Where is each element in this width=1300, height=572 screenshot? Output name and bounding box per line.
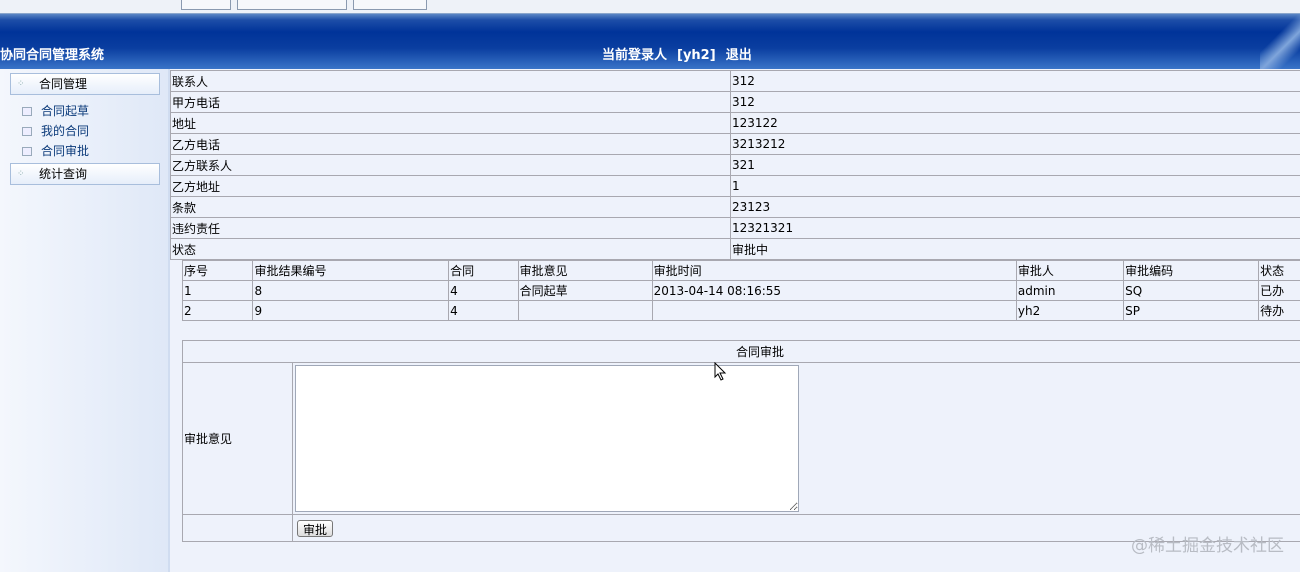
info-value: 审批中 xyxy=(730,238,1300,260)
table-cell: 2 xyxy=(181,300,254,321)
info-value: 312 xyxy=(730,91,1300,113)
column-header: 序号 xyxy=(181,260,254,281)
column-header: 状态 xyxy=(1258,260,1300,281)
table-cell: admin xyxy=(1015,280,1125,301)
info-label: 甲方电话 xyxy=(170,91,731,113)
sidebar-item-my-contracts[interactable]: 我的合同 xyxy=(22,122,89,139)
column-header: 审批结果编号 xyxy=(252,260,450,281)
info-label: 违约责任 xyxy=(170,217,731,239)
info-row: 地址 123122 xyxy=(170,112,1300,134)
item-icon xyxy=(22,107,32,116)
column-header: 审批时间 xyxy=(651,260,1017,281)
form-title: 合同审批 xyxy=(182,340,1300,363)
info-row: 违约责任 12321321 xyxy=(170,217,1300,239)
table-cell: yh2 xyxy=(1015,300,1125,321)
info-value: 3213212 xyxy=(730,133,1300,155)
table-row: 2 9 4 yh2 SP 待办 xyxy=(181,300,1300,321)
opinion-textarea[interactable] xyxy=(295,365,799,512)
info-row: 状态 审批中 xyxy=(170,238,1300,260)
info-value: 123122 xyxy=(730,112,1300,134)
table-cell: 待办 xyxy=(1258,300,1300,321)
logout-link[interactable]: 退出 xyxy=(726,48,752,63)
table-cell: 9 xyxy=(252,300,450,321)
menu-label: 统计查询 xyxy=(39,167,88,181)
sidebar-item-draft[interactable]: 合同起草 xyxy=(22,102,89,119)
info-value: 23123 xyxy=(730,196,1300,218)
table-cell xyxy=(517,300,653,321)
table-cell: 8 xyxy=(252,280,450,301)
sidebar-item-approval[interactable]: 合同审批 xyxy=(22,142,89,159)
watermark: @稀土掘金技术社区 xyxy=(1131,536,1284,556)
table-cell: SQ xyxy=(1123,280,1260,301)
table-cell: 4 xyxy=(448,280,519,301)
toolbar-field[interactable] xyxy=(353,0,427,10)
info-row: 乙方联系人 321 xyxy=(170,154,1300,176)
sidebar: ⁘ 合同管理 合同起草 我的合同 合同审批 ⁘ 统计查询 xyxy=(0,69,170,572)
menu-contract-management[interactable]: ⁘ 合同管理 xyxy=(10,73,160,95)
toolbar-field[interactable] xyxy=(237,0,347,10)
table-header: 序号 审批结果编号 合同 审批意见 审批时间 审批人 审批编码 状态 xyxy=(181,260,1300,281)
app-title: 协同合同管理系统 xyxy=(0,48,105,63)
info-row: 乙方地址 1 xyxy=(170,175,1300,197)
item-icon xyxy=(22,127,32,136)
info-value: 1 xyxy=(730,175,1300,197)
mouse-cursor-icon xyxy=(714,362,727,381)
header-decoration xyxy=(1260,14,1300,69)
info-label: 状态 xyxy=(170,238,731,260)
item-label: 合同起草 xyxy=(41,104,90,118)
login-info: 当前登录人 [yh2] 退出 xyxy=(602,44,762,63)
info-row: 联系人 312 xyxy=(170,70,1300,92)
bullet-icon: ⁘ xyxy=(17,169,25,179)
table-cell xyxy=(651,300,1017,321)
column-header: 审批人 xyxy=(1015,260,1125,281)
table-cell: 4 xyxy=(448,300,519,321)
info-label: 条款 xyxy=(170,196,731,218)
table-cell: 2013-04-14 08:16:55 xyxy=(651,280,1017,301)
app-header: 协同合同管理系统 当前登录人 [yh2] 退出 xyxy=(0,14,1300,69)
info-row: 条款 23123 xyxy=(170,196,1300,218)
info-value: 321 xyxy=(730,154,1300,176)
info-label: 地址 xyxy=(170,112,731,134)
column-header: 审批意见 xyxy=(517,260,653,281)
info-value: 312 xyxy=(730,70,1300,92)
item-label: 合同审批 xyxy=(41,144,90,158)
column-header: 审批编码 xyxy=(1123,260,1260,281)
table-row: 1 8 4 合同起草 2013-04-14 08:16:55 admin SQ 已办 xyxy=(181,280,1300,301)
info-row: 乙方电话 3213212 xyxy=(170,133,1300,155)
approval-history-table: 序号 审批结果编号 合同 审批意见 审批时间 审批人 审批编码 状态 1 8 4 合同起草 2013-0… xyxy=(181,260,1300,321)
table-cell: 已办 xyxy=(1258,280,1300,301)
opinion-label: 审批意见 xyxy=(182,362,293,515)
approve-button[interactable]: 审批 xyxy=(297,519,334,537)
info-label: 乙方联系人 xyxy=(170,154,731,176)
current-user-label: 当前登录人 xyxy=(602,48,668,63)
item-label: 我的合同 xyxy=(41,124,90,138)
approval-form: 合同审批 审批意见 审批 xyxy=(182,340,1300,542)
table-cell: SP xyxy=(1123,300,1260,321)
table-cell: 合同起草 xyxy=(517,280,653,301)
info-label: 联系人 xyxy=(170,70,731,92)
info-label: 乙方地址 xyxy=(170,175,731,197)
item-icon xyxy=(22,147,32,156)
table-cell: 1 xyxy=(181,280,254,301)
menu-statistics[interactable]: ⁘ 统计查询 xyxy=(10,163,160,185)
toolbar-field[interactable] xyxy=(181,0,231,10)
browser-toolbar xyxy=(0,0,1300,14)
info-label: 乙方电话 xyxy=(170,133,731,155)
bullet-icon: ⁘ xyxy=(17,79,25,89)
current-user: [yh2] xyxy=(677,48,716,63)
contract-info-table: 联系人 312 甲方电话 312 地址 123122 乙方电话 3213212 乙方联系人 321… xyxy=(170,70,1300,260)
menu-label: 合同管理 xyxy=(39,77,88,91)
column-header: 合同 xyxy=(448,260,519,281)
info-value: 12321321 xyxy=(730,217,1300,239)
info-row: 甲方电话 312 xyxy=(170,91,1300,113)
